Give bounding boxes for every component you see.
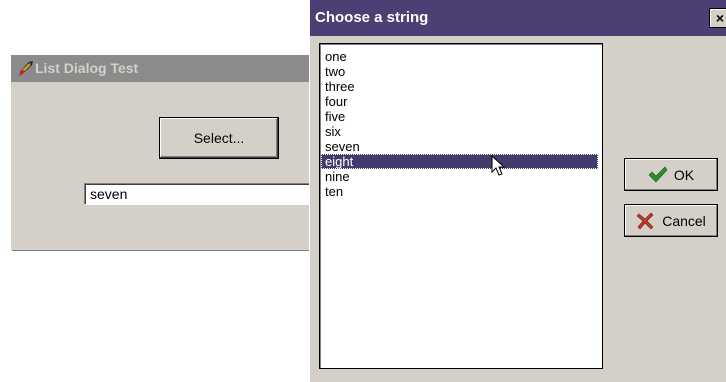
list-item-six[interactable]: six xyxy=(321,124,598,139)
dialog-titlebar[interactable]: Choose a string × xyxy=(310,0,726,36)
select-button[interactable]: Select... xyxy=(159,117,279,159)
string-listbox[interactable]: one two three four five six seven eight nine ten xyxy=(319,43,603,369)
list-dialog-test-window: List Dialog Test Select... seven xyxy=(11,55,311,250)
app-icon xyxy=(19,61,33,76)
list-item-nine[interactable]: nine xyxy=(321,169,598,184)
cancel-label: Cancel xyxy=(662,212,706,229)
list-items: one two three four five six seven eight nine ten xyxy=(320,44,602,199)
dialog-title: Choose a string xyxy=(315,9,429,26)
list-item-eight[interactable]: eight xyxy=(321,154,598,169)
mouse-cursor-icon xyxy=(491,155,506,176)
cancel-button[interactable]: Cancel xyxy=(624,204,718,237)
list-item-one[interactable]: one xyxy=(321,49,598,64)
cross-icon xyxy=(636,212,654,229)
list-item-seven[interactable]: seven xyxy=(321,139,598,154)
choose-string-dialog: Choose a string × one two three four five six… xyxy=(309,0,726,382)
list-item-four[interactable]: four xyxy=(321,94,598,109)
close-button[interactable]: × xyxy=(709,8,726,28)
background-window-title: List Dialog Test xyxy=(35,60,139,76)
ok-label: OK xyxy=(673,166,695,183)
list-item-two[interactable]: two xyxy=(321,64,598,79)
background-titlebar[interactable]: List Dialog Test xyxy=(11,55,311,82)
checkmark-icon xyxy=(648,166,668,182)
list-item-three[interactable]: three xyxy=(321,79,598,94)
list-item-ten[interactable]: ten xyxy=(321,184,598,199)
ok-button[interactable]: OK xyxy=(624,158,718,191)
result-input[interactable]: seven xyxy=(84,183,311,205)
list-item-five[interactable]: five xyxy=(321,109,598,124)
